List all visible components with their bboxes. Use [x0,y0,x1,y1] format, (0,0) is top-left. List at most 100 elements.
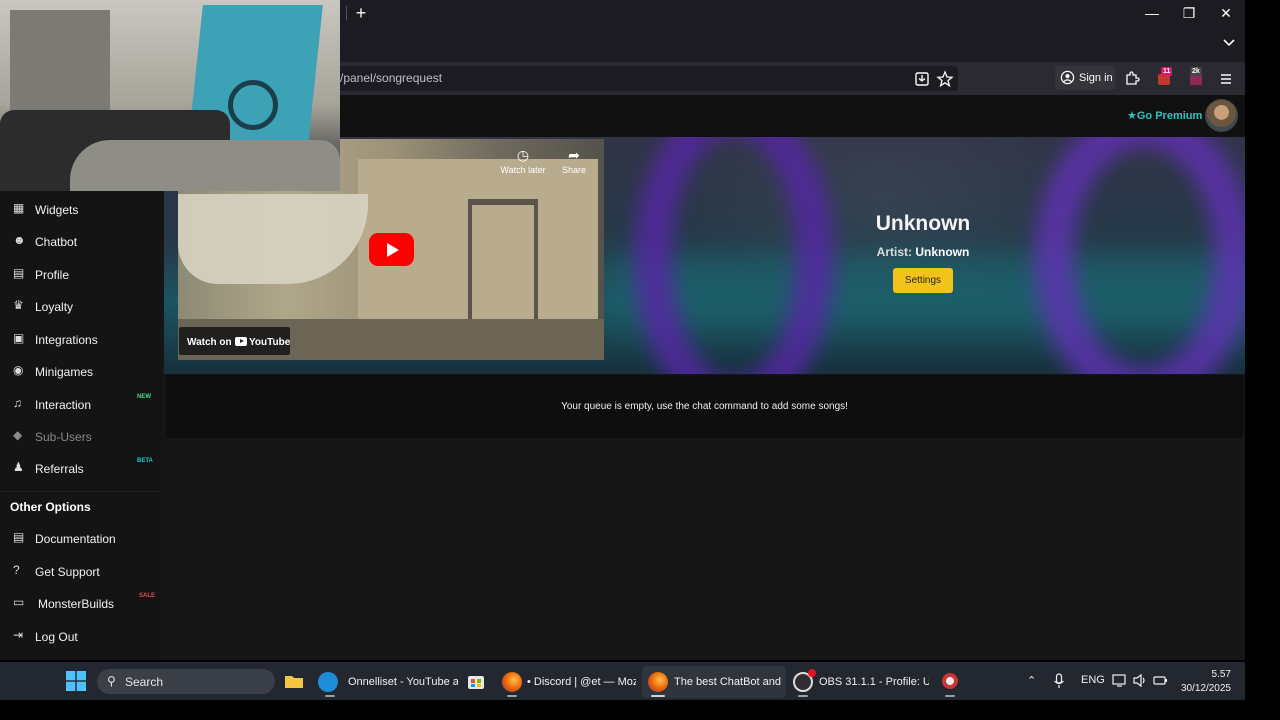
watch-later-button[interactable]: ◷ Watch later [495,147,551,175]
sidebar-item-label: MonsterBuilds [38,597,115,611]
new-badge: NEW [137,394,151,400]
sub-users-icon: ◆ [13,428,23,442]
share-label: Share [561,165,587,175]
youtube-wordmark: YouTube [249,337,291,348]
sidebar-item-log-out[interactable]: ⇥ Log Out [0,621,162,651]
taskbar-running-indicator [325,695,335,697]
webcam-curtain [10,10,110,120]
user-avatar[interactable] [1205,99,1238,132]
obs-recording-dot [808,669,816,677]
taskbar-search-label: Search [125,675,164,689]
go-premium-label: Go Premium [1136,110,1203,122]
book-icon: ▤ [13,530,25,544]
show-hidden-icons-chevron-icon[interactable]: ⌃ [1027,674,1036,687]
watch-on-youtube-button[interactable]: Watch on YouTube [179,327,290,355]
hamburger-menu-icon[interactable] [1214,67,1238,91]
taskbar-app-firefox-chatbot[interactable]: The best ChatBot and W [648,670,782,694]
extensions-puzzle-icon[interactable] [1120,67,1144,91]
sidebar-item-minigames[interactable]: ◉ Minigames [0,356,162,386]
taskbar-active-indicator [651,695,665,697]
other-options-heading: Other Options [10,500,91,514]
taskbar-clock[interactable]: 5.57 30/12/2025 [1179,668,1231,696]
taskbar-running-indicator [507,695,517,697]
gamepad-icon: ◉ [13,363,24,377]
close-window-button[interactable]: ✕ [1208,2,1244,24]
sidebar-item-interaction[interactable]: ♫ Interaction NEW [0,389,162,419]
sidebar-item-label: Get Support [35,565,100,579]
restore-button[interactable]: ❐ [1171,2,1207,24]
tab-separator [346,6,347,20]
taskbar-app-edge[interactable]: Onnelliset - YouTube an [318,670,458,694]
pinned-app-icon[interactable] [940,671,960,691]
trophy-icon: ♛ [13,298,24,312]
queue-empty-message: Your queue is empty, use the chat comman… [561,401,848,412]
question-icon: ? [13,563,20,577]
laptop-icon: ▭ [13,595,25,609]
sidebar-item-label: Log Out [35,630,78,644]
minimize-button[interactable]: — [1134,2,1170,24]
extension-badge-count: 11 [1161,67,1173,76]
clock-time: 5.57 [1211,669,1231,680]
search-icon: ⚲ [107,674,116,688]
list-all-tabs-icon[interactable] [1218,32,1240,54]
settings-button[interactable]: Settings [893,268,953,293]
logout-icon: ⇥ [13,628,24,642]
sidebar-item-profile[interactable]: ▤ Profile [0,259,162,289]
sidebar-item-label: Integrations [35,333,98,347]
widgets-icon: ▦ [13,201,25,215]
sidebar-item-chatbot[interactable]: ☻ Chatbot [0,226,162,256]
sidebar-item-documentation[interactable]: ▤ Documentation [0,523,162,553]
sidebar-item-sub-users[interactable]: ◆ Sub-Users [0,421,162,451]
watch-later-label: Watch later [500,165,546,175]
song-artist: Artist: Unknown [823,245,1023,259]
sidebar-item-referrals[interactable]: ♟ Referrals BETA [0,453,162,483]
sidebar-item-integrations[interactable]: ▣ Integrations [0,324,162,354]
address-bar-url[interactable]: /panel/songrequest [340,71,442,85]
share-button[interactable]: ➦ Share [546,147,602,175]
taskbar-app-firefox-discord[interactable]: • Discord | @et — Mozil [502,670,636,694]
sidebar-divider [0,491,162,492]
file-explorer-icon[interactable] [284,671,304,691]
firefox-icon [502,672,522,692]
robot-icon: ☻ [13,233,26,247]
webcam-overlay [0,0,340,191]
language-indicator[interactable]: ENG [1081,674,1105,686]
sidebar-item-loyalty[interactable]: ♛ Loyalty [0,291,162,321]
firefox-icon [648,672,668,692]
youtube-logo-icon [235,337,247,346]
save-page-icon[interactable] [910,67,934,91]
taskbar-running-indicator [945,695,955,697]
sidebar-item-widgets[interactable]: ▦ Widgets [0,194,162,224]
microphone-icon[interactable] [1052,673,1066,689]
youtube-play-button[interactable] [369,233,414,266]
sidebar-item-monsterbuilds[interactable]: ▭ MonsterBuilds SALE [0,588,162,618]
integrations-icon: ▣ [13,331,25,345]
windows-start-icon[interactable] [66,671,86,691]
sidebar-item-label: Interaction [35,398,92,412]
microsoft-store-icon[interactable] [466,671,486,691]
go-premium-link[interactable]: ★Go Premium [1127,109,1202,122]
sidebar-item-label: Documentation [35,532,116,546]
network-icon[interactable] [1112,673,1128,688]
taskbar-app-label: OBS 31.1.1 - Profile: Unti [819,676,929,688]
edge-icon [318,672,338,692]
share-arrow-icon: ➦ [568,147,580,163]
bookmark-star-icon[interactable] [933,67,957,91]
watch-on-label: Watch on [187,337,232,348]
sidebar-item-get-support[interactable]: ? Get Support [0,556,162,586]
sidebar-item-label: Referrals [35,462,84,476]
taskbar-app-label: The best ChatBot and W [674,676,782,688]
volume-icon[interactable] [1132,673,1148,688]
sidebar-item-label: Widgets [35,203,79,217]
taskbar-app-label: • Discord | @et — Mozil [527,676,636,688]
beta-badge: BETA [137,458,153,464]
taskbar-search[interactable]: ⚲ Search [97,669,275,694]
sidebar-item-label: Minigames [35,365,94,379]
video-scene-hammock [178,194,368,284]
sidebar-item-label: Chatbot [35,235,78,249]
sidebar-item-label: Sub-Users [35,430,92,444]
new-tab-button[interactable]: + [352,4,370,22]
battery-icon[interactable] [1152,673,1168,688]
artist-value: Unknown [915,245,970,259]
sign-in-button[interactable]: Sign in [1055,66,1115,90]
